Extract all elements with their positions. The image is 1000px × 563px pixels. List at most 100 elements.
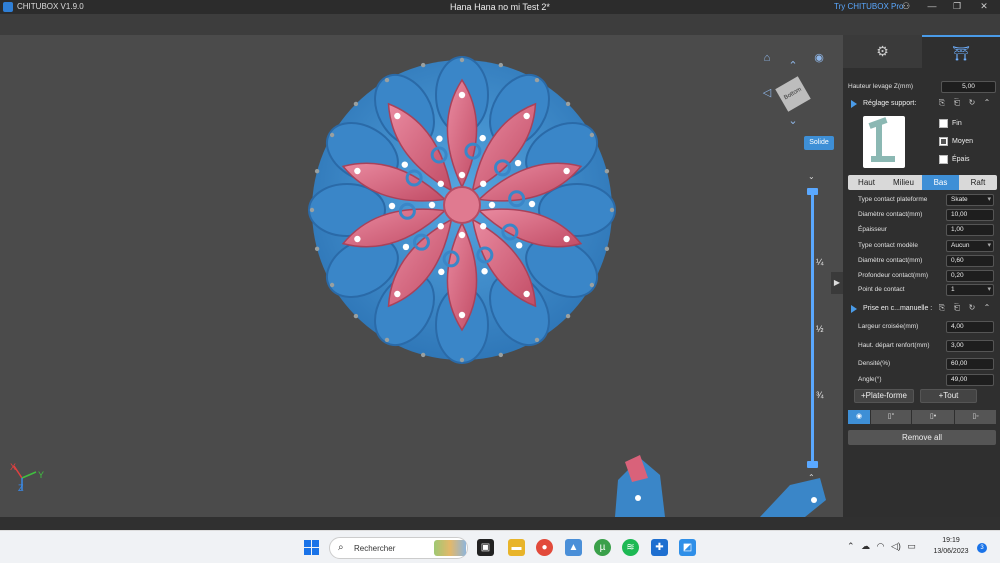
settings-tab[interactable]: ⚙ [843,35,922,68]
clock[interactable]: 19:19 13/06/2023 [928,535,974,557]
density-epais-checkbox[interactable] [939,155,948,164]
supports-tab[interactable]: ⛩ [922,35,1000,68]
density-fin-label: Fin [952,120,962,127]
battery-icon[interactable]: ▭ [907,541,916,551]
3d-viewport[interactable]: X Y Z ⌂ ⌃ ◉ ◁ ⌄ Bottom Solide ⌄ ¼ ½ ¾ ⌃ … [0,35,843,517]
manual-setting-row: Largeur croisée(mm) 4,00 [843,320,1000,334]
remove-all-button[interactable]: Remove all [848,430,996,445]
chitubox-window: CHITUBOX V1.9.0 Hana Hana no mi Test 2* … [0,0,1000,563]
rotate-up-icon[interactable]: ⌃ [786,60,800,72]
user-icon[interactable]: ⚇ [899,1,913,12]
support-middle-icon[interactable]: ▯• [912,410,954,424]
manual-support-header[interactable]: Prise en c...manuelle : ⎘ ⎗ ↻ ⌃ [843,302,1000,316]
density-fin-checkbox[interactable] [939,119,948,128]
file-explorer-icon[interactable]: ▬ [508,539,525,556]
support-point [437,223,444,230]
tab-raft[interactable]: Raft [959,175,997,190]
support-bottom-icon[interactable]: ▯◦ [955,410,996,424]
photos-icon[interactable]: ▲ [565,539,582,556]
setting-input[interactable]: 1,00 [946,224,994,236]
tab-haut[interactable]: Haut [848,175,885,190]
export-icon[interactable]: ⎗ [951,303,963,313]
task-view-icon[interactable]: ▣ [477,539,494,556]
add-platform-button[interactable]: +Plate-forme [854,389,914,403]
manual-setting-row: Haut. départ renfort(mm) 3,00 [843,339,1000,353]
setting-input[interactable]: 4,00 [946,321,994,333]
support-point [401,161,408,168]
rim-support [329,282,335,288]
rotate-down-icon[interactable]: ⌄ [786,115,800,127]
import-icon[interactable]: ⎘ [936,303,948,313]
setting-select[interactable]: 1 [946,284,994,296]
collapse-panel-button[interactable]: ▶ [831,272,843,294]
partial-model-lower[interactable] [615,455,826,517]
setting-input[interactable]: 3,00 [946,340,994,352]
section-arrow-icon [851,305,857,313]
support-part-tabs: Haut Milieu Bas Raft [848,175,997,190]
x-axis-label: X [10,462,16,472]
paint-app-icon[interactable]: ◩ [679,539,696,556]
support-point [523,290,530,298]
clock-date: 13/06/2023 [933,548,969,555]
support-point [354,167,361,175]
layer-slider-track[interactable] [811,190,814,465]
lift-height-input[interactable]: 5,00 [941,81,996,93]
rim-support [589,282,595,288]
support-settings-header[interactable]: Réglage support: ⎘ ⎗ ↻ ⌃ [843,97,1000,111]
add-all-button[interactable]: +Tout [920,389,977,403]
chitubox-taskbar-icon[interactable]: ✚ [651,539,668,556]
rotate-left-icon[interactable]: ◁ [760,87,774,99]
windows-start-icon[interactable] [304,540,319,555]
rim-support [420,62,426,68]
tab-milieu[interactable]: Milieu [885,175,922,190]
setting-input[interactable]: 0,60 [946,255,994,267]
setting-label: Densité(%) [858,360,891,367]
flower-model[interactable] [308,56,616,364]
setting-input[interactable]: 49,00 [946,374,994,386]
chevron-up-icon[interactable]: ⌃ [847,541,855,551]
reset-icon[interactable]: ↻ [966,98,978,107]
cloud-icon[interactable]: ☁ [861,541,870,551]
slider-bottom-chevron-icon[interactable]: ⌃ [808,473,815,482]
display-mode-button[interactable]: Solide [804,136,834,150]
layer-slider-bottom-handle[interactable] [807,461,818,468]
setting-input[interactable]: 10,00 [946,209,994,221]
utorrent-icon[interactable]: µ [594,539,611,556]
visibility-icon[interactable]: ◉ [812,52,826,64]
layer-slider-top-handle[interactable] [807,188,818,195]
spotify-icon[interactable]: ≋ [622,539,639,556]
close-icon[interactable]: ✕ [977,1,991,12]
collapse-up-icon[interactable]: ⌃ [981,98,993,107]
system-tray[interactable]: ⌃ ☁ ◠ ◁) ▭ [847,541,916,552]
setting-input[interactable]: 0,20 [946,270,994,282]
section-arrow-icon [851,100,857,108]
setting-select[interactable]: Aucun [946,240,994,252]
status-bar [0,517,1000,530]
support-point [479,134,486,142]
chrome-icon[interactable]: ● [536,539,553,556]
setting-input[interactable]: 60,00 [946,358,994,370]
try-pro-link[interactable]: Try CHITUBOX Pro [834,2,903,11]
maximize-icon[interactable]: ❐ [950,1,964,12]
taskbar-search[interactable]: ⌕ Rechercher [329,537,468,559]
collapse-up-icon[interactable]: ⌃ [981,303,993,312]
support-point [388,202,396,210]
tab-bas[interactable]: Bas [922,175,959,190]
home-view-icon[interactable]: ⌂ [760,52,774,64]
density-moyen-checkbox[interactable] [939,137,948,146]
speaker-icon[interactable]: ◁) [891,541,901,551]
reset-icon[interactable]: ↻ [966,303,978,312]
lift-height-row: Hauteur levage Z(mm) 5,00 [843,80,1000,94]
notification-badge[interactable]: 3 [977,543,987,553]
view-cube-label: Bottom [783,86,803,102]
export-icon[interactable]: ⎗ [951,98,963,108]
support-head-icon[interactable]: ▯° [871,410,911,424]
import-icon[interactable]: ⎘ [936,98,948,108]
setting-select[interactable]: Skate [946,194,994,206]
minimize-icon[interactable]: — [925,1,939,12]
support-point [516,242,523,249]
wifi-icon[interactable]: ◠ [877,541,885,551]
eye-icon[interactable]: ◉ [848,410,870,424]
support-preview-image [863,116,905,168]
slider-top-chevron-icon[interactable]: ⌄ [808,172,815,181]
